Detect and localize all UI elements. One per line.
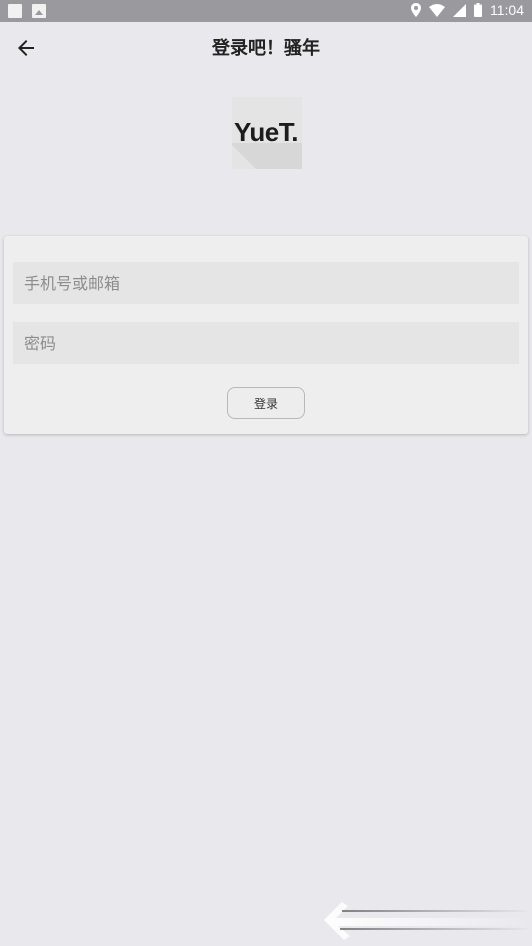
swipe-gesture-icon (324, 902, 532, 940)
logo-text: YueT. (234, 117, 298, 147)
signal-icon (453, 3, 466, 17)
page-title: 登录吧！骚年 (212, 38, 320, 59)
status-bar: 11:04 (0, 0, 532, 22)
notification-icon (8, 4, 22, 18)
app-logo: YueT. (232, 97, 302, 169)
login-card: 登录 (4, 236, 528, 434)
status-time: 11:04 (490, 2, 524, 18)
image-notification-icon (32, 4, 46, 18)
status-notifications (8, 4, 46, 18)
location-icon (411, 3, 421, 17)
status-indicators: 11:04 (411, 2, 524, 18)
password-input[interactable] (13, 322, 519, 364)
login-button[interactable]: 登录 (227, 387, 305, 419)
app-bar: 登录吧！骚年 (0, 22, 532, 74)
battery-icon (474, 3, 482, 17)
username-input[interactable] (13, 262, 519, 304)
wifi-icon (429, 3, 445, 17)
